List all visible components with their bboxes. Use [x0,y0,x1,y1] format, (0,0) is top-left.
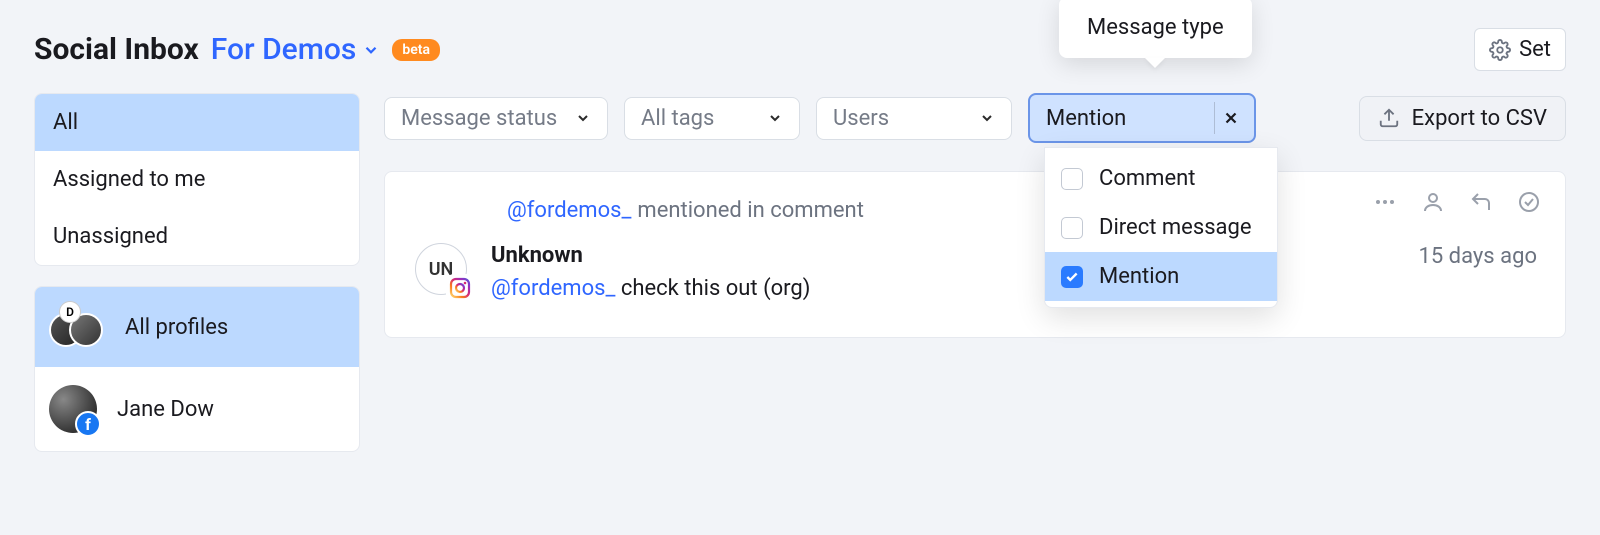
handle-link[interactable]: @fordemos_ [507,198,631,223]
instagram-badge-icon [446,274,474,302]
filter-label: Mention [1046,106,1206,131]
upload-icon [1378,107,1400,129]
message-card[interactable]: @fordemos_ mentioned in comment UN [384,171,1566,338]
option-label: Direct message [1099,215,1252,240]
profiles-card: D All profiles f Jane Dow [34,286,360,452]
beta-badge: beta [392,39,440,61]
profile-label: All profiles [125,315,228,340]
sidebar-view-assigned[interactable]: Assigned to me [35,151,359,208]
filter-label: Users [833,106,965,131]
chevron-down-icon [362,41,380,59]
filter-label: Message status [401,106,561,131]
option-label: Comment [1099,166,1195,191]
sidebar-view-all[interactable]: All [35,94,359,151]
sender-avatar: UN [415,243,467,295]
project-switch[interactable]: For Demos [211,32,381,67]
option-mention[interactable]: Mention [1045,252,1277,301]
chevron-down-icon [575,110,591,126]
sidebar-view-unassigned[interactable]: Unassigned [35,208,359,265]
filter-label: All tags [641,106,753,131]
sender-name: Unknown [491,243,1535,268]
handle-link[interactable]: @fordemos_ [491,276,615,301]
more-icon[interactable] [1373,190,1397,214]
option-comment[interactable]: Comment [1045,154,1277,203]
message-text: @fordemos_ check this out (org) [491,276,1535,301]
avatar-cluster-icon: D [49,305,105,349]
checkbox-icon [1061,168,1083,190]
message-timestamp: 15 days ago [1419,244,1538,269]
profile-all[interactable]: D All profiles [35,287,359,367]
export-label: Export to CSV [1412,106,1547,131]
chevron-down-icon [979,110,995,126]
filter-tags[interactable]: All tags [624,97,800,140]
gear-icon [1489,39,1511,61]
profile-jane-dow[interactable]: f Jane Dow [35,367,359,451]
views-card: All Assigned to me Unassigned [34,93,360,266]
page-title: Social Inbox [34,32,199,67]
mark-complete-icon[interactable] [1517,190,1541,214]
settings-label: Set [1519,37,1551,62]
option-direct-message[interactable]: Direct message [1045,203,1277,252]
filter-users[interactable]: Users [816,97,1012,140]
profile-label: Jane Dow [117,397,214,422]
avatar-icon: f [49,385,97,433]
facebook-badge-icon: f [75,411,101,437]
checkbox-icon [1061,217,1083,239]
settings-button[interactable]: Set [1474,28,1566,71]
export-csv-button[interactable]: Export to CSV [1359,96,1566,141]
project-name: For Demos [211,32,357,67]
message-type-dropdown: Comment Direct message Mention [1044,147,1278,308]
clear-filter-icon[interactable] [1214,102,1246,134]
filter-message-type[interactable]: Mention [1028,93,1256,143]
assign-user-icon[interactable] [1421,190,1445,214]
chevron-down-icon [767,110,783,126]
option-label: Mention [1099,264,1179,289]
reply-icon[interactable] [1469,190,1493,214]
message-actions [1373,190,1541,214]
checkbox-checked-icon [1061,266,1083,288]
filter-message-status[interactable]: Message status [384,97,608,140]
